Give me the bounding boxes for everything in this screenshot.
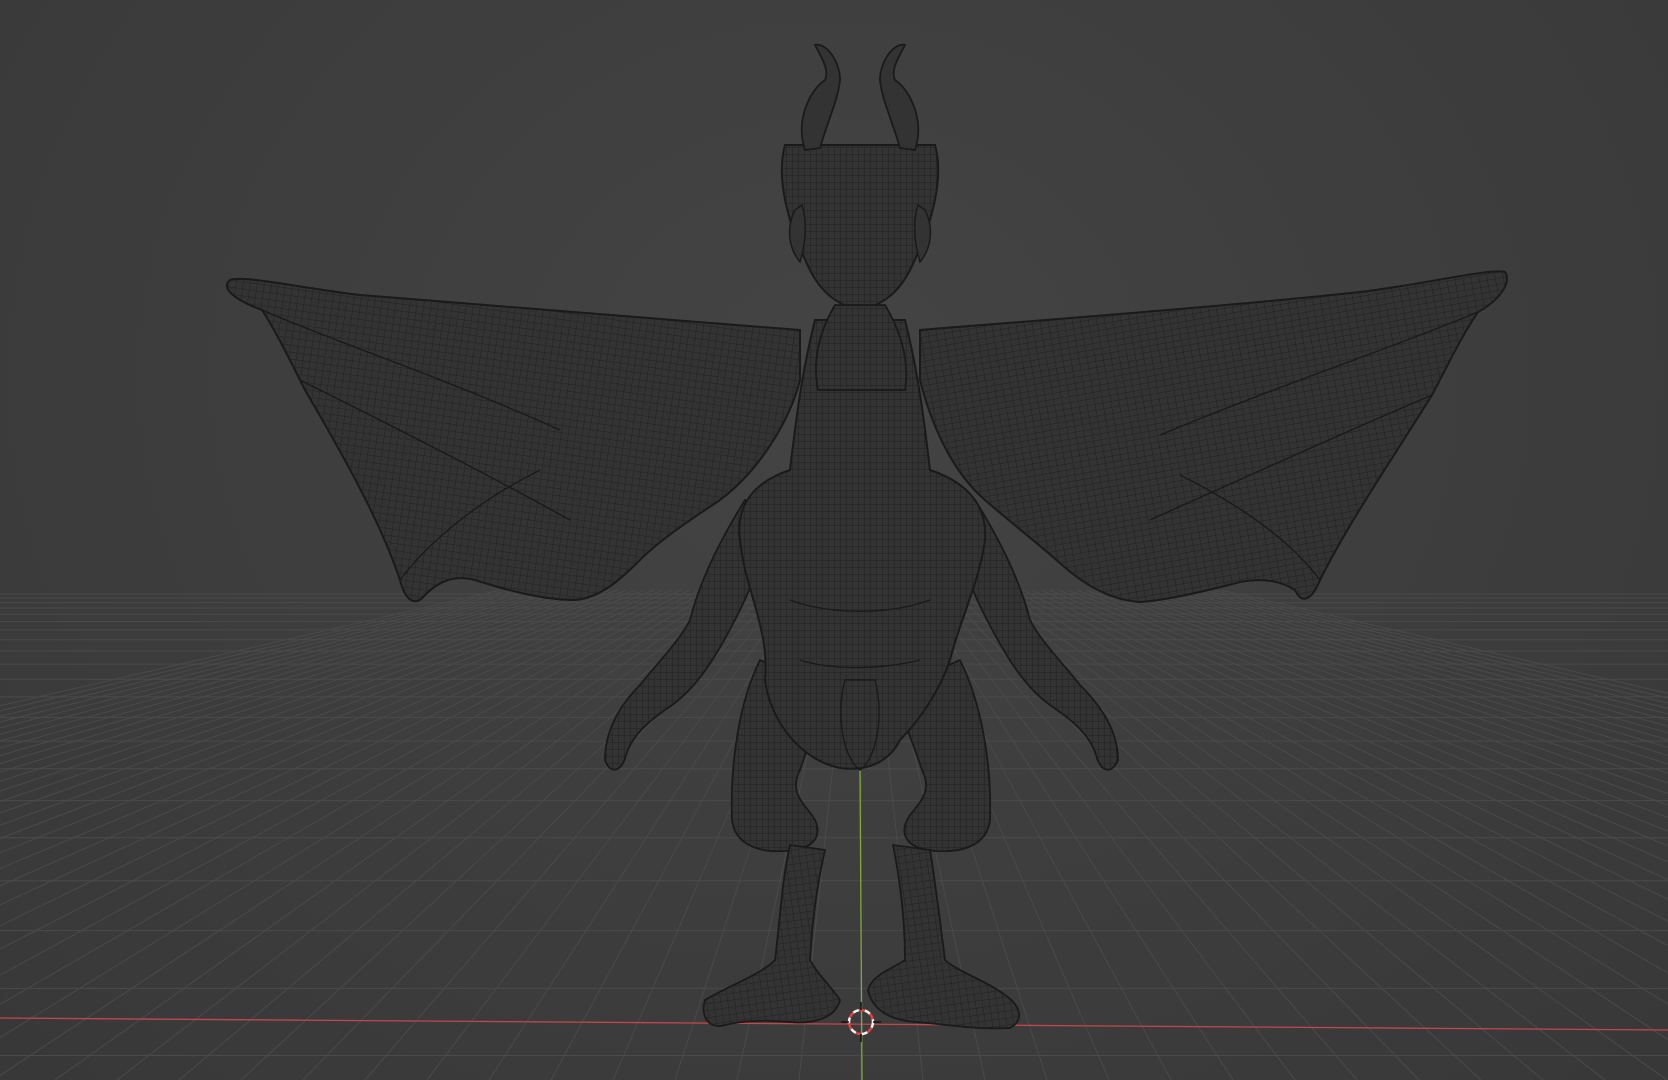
grid-line: [1085, 589, 1668, 806]
grid-line: [0, 589, 736, 1076]
grid-line: [0, 589, 547, 735]
grid-line: [968, 589, 1606, 1080]
grid-line: [1166, 589, 1668, 727]
grid-line: [54, 589, 745, 1080]
grid-line: [0, 589, 664, 870]
grid-line: [0, 589, 718, 1005]
grid-line: [0, 589, 520, 717]
grid-line: [1031, 589, 1668, 901]
grid-line: [0, 589, 511, 712]
grid-line: [1220, 589, 1668, 694]
grid-line: [1148, 589, 1668, 741]
right-wing[interactable]: [919, 270, 1508, 604]
grid-line: [0, 589, 646, 840]
grid-line: [0, 589, 583, 765]
left-wing[interactable]: [225, 277, 801, 603]
grid-line: [977, 589, 1668, 1080]
grid-line: [0, 589, 610, 792]
grid-line: [1121, 589, 1668, 765]
grid-line: [1184, 589, 1668, 715]
grid-line: [1112, 589, 1668, 774]
grid-line: [1040, 589, 1668, 881]
x-axis-line: [0, 1017, 1668, 1031]
3d-viewport[interactable]: [0, 0, 1668, 1080]
grid-line: [0, 589, 565, 749]
head[interactable]: [780, 43, 940, 391]
grid-line: [0, 589, 628, 814]
grid-line: [995, 589, 1668, 1005]
grid-line: [1058, 589, 1668, 847]
grid-line: [1130, 589, 1668, 757]
grid-line: [1049, 589, 1668, 863]
grid-line: [1193, 589, 1668, 709]
grid-line: [0, 589, 592, 773]
grid-line: [986, 589, 1668, 1041]
grid-line: [0, 589, 682, 906]
grid-line: [0, 589, 727, 1039]
grid-line: [1211, 589, 1668, 699]
grid-line: [0, 589, 619, 803]
